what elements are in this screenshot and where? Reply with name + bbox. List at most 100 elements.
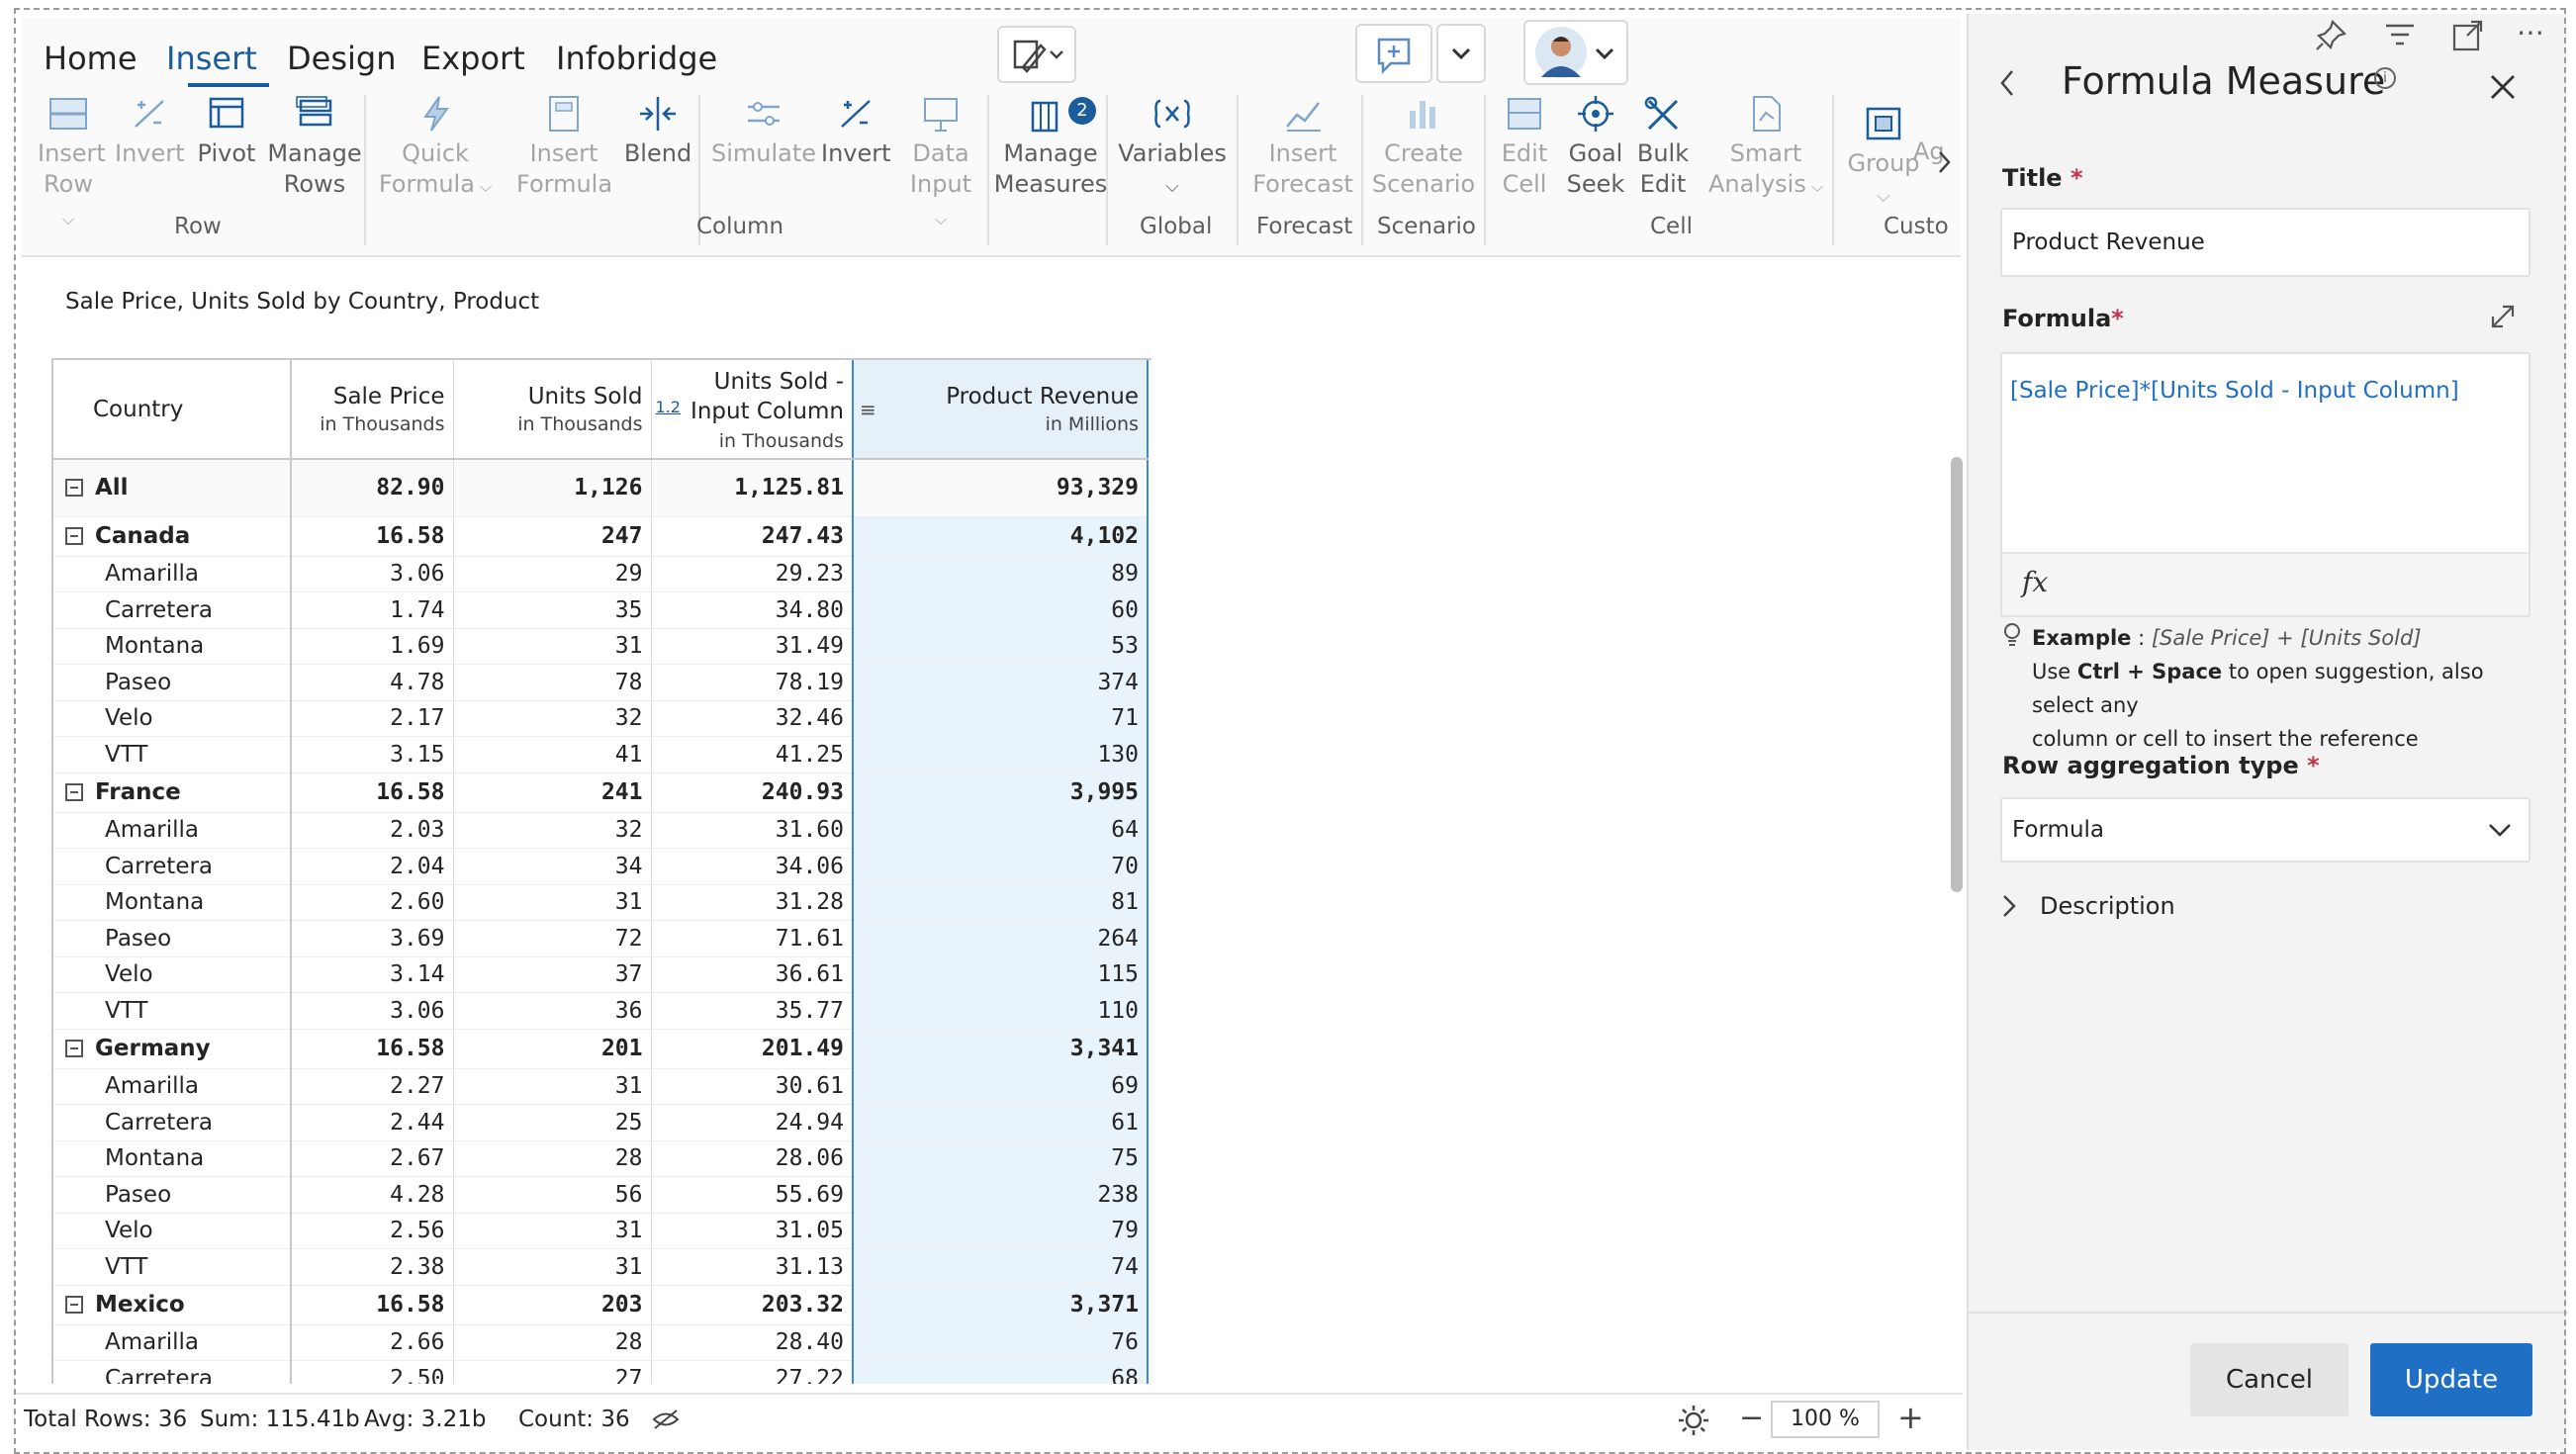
units-sold-input-cell[interactable]: 1,125.81 [651,459,854,517]
units-sold-input-cell[interactable]: 31.49 [651,628,854,665]
insert-forecast-button[interactable]: Insert Forecast [1246,93,1359,200]
units-sold-input-cell[interactable]: 31.60 [651,812,854,849]
units-sold-input-cell[interactable]: 34.06 [651,848,854,885]
units-sold-input-cell[interactable]: 28.06 [651,1140,854,1177]
insert-row-button[interactable]: Insert Row ⌵ [38,93,106,234]
tab-infobridge[interactable]: Infobridge [556,40,717,77]
pin-icon[interactable] [2313,18,2348,57]
insert-formula-button[interactable]: Insert Formula [516,93,612,200]
table-row[interactable]: Carretera 2.44 25 24.94 61 [53,1104,1149,1141]
units-sold-input-cell[interactable]: 35.77 [651,992,854,1030]
simulate-button[interactable]: Simulate [708,93,819,169]
pivot-button[interactable]: Pivot [192,93,261,169]
table-row[interactable]: VTT 2.38 31 31.13 74 [53,1248,1149,1286]
formula-editor[interactable]: [Sale Price]*[Units Sold - Input Column]… [2000,352,2530,617]
column-header-units-sold-input[interactable]: 1.2 Units Sold - Input Column in Thousan… [651,360,854,460]
table-row[interactable]: VTT 3.06 36 35.77 110 [53,992,1149,1030]
zoom-in-button[interactable]: + [1897,1399,1924,1436]
expand-formula-icon[interactable] [2487,301,2519,336]
units-sold-input-cell[interactable]: 31.28 [651,884,854,921]
units-sold-input-cell[interactable]: 36.61 [651,956,854,993]
units-sold-input-cell[interactable]: 29.23 [651,556,854,592]
table-row[interactable]: Carretera 1.74 35 34.80 60 [53,591,1149,629]
formula-text[interactable]: [Sale Price]*[Units Sold - Input Column] [2010,378,2459,404]
column-header-units-sold[interactable]: Units Sold in Thousands [453,360,652,460]
aggregation-select[interactable]: Formula [2000,797,2530,863]
visibility-off-icon[interactable] [651,1407,681,1436]
units-sold-input-cell[interactable]: 203.32 [651,1285,854,1325]
manage-measures-button[interactable]: 2 Manage Measures [991,93,1110,200]
units-sold-input-cell[interactable]: 55.69 [651,1176,854,1214]
group-row[interactable]: All 82.90 1,126 1,125.81 93,329 [53,459,1149,517]
column-menu-icon[interactable]: ≡ [860,398,876,421]
zoom-level-field[interactable]: 100 % [1771,1401,1880,1438]
collapse-toggle-icon[interactable] [65,1040,83,1057]
column-header-country[interactable]: Country [53,360,292,460]
blend-button[interactable]: Blend [623,93,692,169]
table-row[interactable]: Velo 2.17 32 32.46 71 [53,700,1149,737]
units-sold-input-cell[interactable]: 24.94 [651,1104,854,1141]
tab-home[interactable]: Home [44,40,138,77]
goal-seek-button[interactable]: Goal Seek [1561,93,1630,200]
layout-switch-button[interactable] [997,26,1076,83]
tab-export[interactable]: Export [421,40,525,77]
group-row[interactable]: Germany 16.58 201 201.49 3,341 [53,1029,1149,1069]
update-button[interactable]: Update [2370,1343,2532,1416]
units-sold-input-cell[interactable]: 31.13 [651,1248,854,1286]
smart-analysis-button[interactable]: Smart Analysis ⌵ [1707,93,1824,202]
description-expander[interactable]: Description [1998,884,2295,928]
table-row[interactable]: Carretera 2.50 27 27.22 68 [53,1360,1149,1384]
comment-dropdown-button[interactable] [1436,24,1486,83]
table-row[interactable]: Velo 2.56 31 31.05 79 [53,1213,1149,1249]
units-sold-input-cell[interactable]: 32.46 [651,700,854,737]
title-input[interactable]: Product Revenue [2000,208,2530,277]
table-row[interactable]: Montana 2.67 28 28.06 75 [53,1140,1149,1177]
vertical-scrollbar[interactable] [1951,457,1963,892]
units-sold-input-cell[interactable]: 41.25 [651,736,854,773]
create-scenario-button[interactable]: Create Scenario [1369,93,1478,200]
table-row[interactable]: Amarilla 2.27 31 30.61 69 [53,1068,1149,1105]
user-menu-button[interactable] [1523,20,1628,85]
table-row[interactable]: Paseo 4.28 56 55.69 238 [53,1176,1149,1214]
units-sold-input-cell[interactable]: 27.22 [651,1360,854,1384]
manage-rows-button[interactable]: Manage Rows [265,93,364,200]
zoom-out-button[interactable]: − [1739,1401,1764,1435]
table-row[interactable]: Paseo 3.69 72 71.61 264 [53,920,1149,957]
table-row[interactable]: Montana 2.60 31 31.28 81 [53,884,1149,921]
tab-insert[interactable]: Insert [166,40,257,77]
units-sold-input-cell[interactable]: 201.49 [651,1029,854,1069]
group-row[interactable]: Canada 16.58 247 247.43 4,102 [53,516,1149,557]
function-fx-icon[interactable]: fx [2022,566,2048,598]
table-row[interactable]: Amarilla 3.06 29 29.23 89 [53,556,1149,592]
collapse-toggle-icon[interactable] [65,527,83,545]
units-sold-input-cell[interactable]: 34.80 [651,591,854,629]
tab-design[interactable]: Design [287,40,396,77]
collapse-toggle-icon[interactable] [65,479,83,498]
units-sold-input-cell[interactable]: 30.61 [651,1068,854,1105]
table-row[interactable]: Carretera 2.04 34 34.06 70 [53,848,1149,885]
units-sold-input-cell[interactable]: 71.61 [651,920,854,957]
table-row[interactable]: Amarilla 2.03 32 31.60 64 [53,812,1149,849]
close-icon[interactable] [2487,71,2519,107]
column-header-sale-price[interactable]: Sale Price in Thousands [291,360,454,460]
comment-button[interactable] [1355,24,1432,83]
data-grid[interactable]: Country Sale Price in Thousands Units So… [51,358,1151,1384]
more-options-icon[interactable]: ⋯ [2517,16,2544,48]
table-row[interactable]: Velo 3.14 37 36.61 115 [53,956,1149,993]
data-input-button[interactable]: Data Input ⌵ [902,93,979,234]
info-icon[interactable]: i [2374,67,2396,89]
quick-formula-button[interactable]: Quick Formula ⌵ [376,93,495,202]
group-row[interactable]: France 16.58 241 240.93 3,995 [53,772,1149,813]
table-row[interactable]: Amarilla 2.66 28 28.40 76 [53,1324,1149,1361]
group-row[interactable]: Mexico 16.58 203 203.32 3,371 [53,1285,1149,1325]
variables-button[interactable]: Variables ⌵ [1118,93,1227,202]
collapse-toggle-icon[interactable] [65,783,83,801]
units-sold-input-cell[interactable]: 240.93 [651,772,854,813]
table-row[interactable]: VTT 3.15 41 41.25 130 [53,736,1149,773]
invert-column-button[interactable]: Invert [821,93,891,169]
units-sold-input-cell[interactable]: 247.43 [651,516,854,557]
edit-cell-button[interactable]: Edit Cell [1490,93,1559,200]
settings-gear-icon[interactable] [1676,1403,1711,1442]
collapse-toggle-icon[interactable] [65,1296,83,1314]
ribbon-scroll-right[interactable] [1935,146,1955,182]
